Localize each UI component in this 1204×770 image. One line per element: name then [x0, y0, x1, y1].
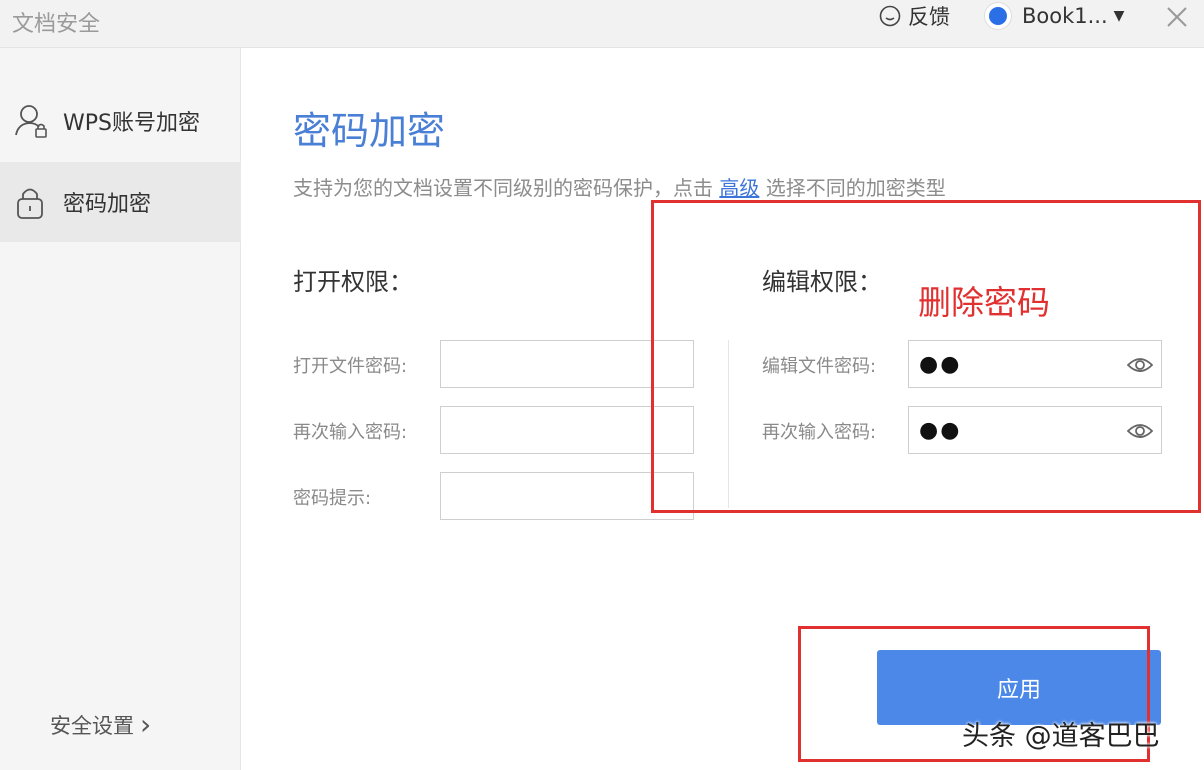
account-name: Book1...: [1022, 4, 1108, 28]
sidebar-item-label: 密码加密: [63, 192, 152, 217]
open-password-confirm-field[interactable]: [440, 406, 694, 454]
open-permission-title: 打开权限：: [293, 268, 413, 296]
close-icon[interactable]: [1164, 4, 1190, 30]
title-bar: 文档安全 反馈 Book1... ▼: [0, 0, 1204, 48]
chevron-right-icon: ›: [140, 708, 152, 741]
feedback-label: 反馈: [908, 5, 950, 29]
open-password-input[interactable]: [441, 341, 661, 387]
sidebar-item-password-encrypt[interactable]: 密码加密: [0, 162, 241, 242]
edit-password-confirm-label: 再次输入密码:: [762, 422, 877, 443]
eye-icon[interactable]: [1127, 419, 1153, 443]
account-menu[interactable]: Book1... ▼: [984, 2, 1124, 30]
chat-bubble-icon: [879, 5, 901, 27]
lock-icon: [17, 188, 43, 219]
security-settings-link[interactable]: 安全设置 ›: [50, 710, 151, 740]
description-text-after: 选择不同的加密类型: [759, 176, 946, 200]
sidebar: WPS账号加密 密码加密 安全设置 ›: [0, 48, 241, 770]
feedback-button[interactable]: 反馈: [878, 2, 950, 30]
eye-icon[interactable]: [1127, 353, 1153, 377]
sidebar-item-wps-account-encrypt[interactable]: WPS账号加密: [0, 81, 241, 161]
caret-down-icon: ▼: [1113, 8, 1125, 24]
sidebar-item-label: WPS账号加密: [63, 111, 200, 136]
open-password-confirm-input[interactable]: [441, 407, 661, 453]
window-title: 文档安全: [12, 12, 101, 37]
description-text: 支持为您的文档设置不同级别的密码保护，点击: [293, 176, 720, 200]
edit-password-confirm-field[interactable]: [908, 406, 1162, 454]
edit-permission-title: 编辑权限：: [762, 268, 882, 296]
annotation-delete-password: 删除密码: [918, 283, 1050, 322]
edit-password-input[interactable]: [909, 341, 1129, 387]
edit-password-field[interactable]: [908, 340, 1162, 388]
watermark: 头条 @道客巴巴: [962, 721, 1160, 752]
open-password-field[interactable]: [440, 340, 694, 388]
open-password-confirm-label: 再次输入密码:: [293, 422, 408, 443]
page-description: 支持为您的文档设置不同级别的密码保护，点击 高级 选择不同的加密类型: [293, 172, 946, 201]
edit-password-confirm-input[interactable]: [909, 407, 1129, 453]
password-hint-field[interactable]: [440, 472, 694, 520]
password-hint-input[interactable]: [441, 473, 661, 519]
avatar: [984, 2, 1012, 30]
password-hint-label: 密码提示:: [293, 488, 372, 509]
open-password-label: 打开文件密码:: [293, 356, 408, 377]
edit-password-label: 编辑文件密码:: [762, 356, 877, 377]
advanced-link[interactable]: 高级: [719, 176, 759, 200]
section-divider: [728, 340, 729, 508]
user-lock-icon: [15, 105, 47, 138]
security-settings-label: 安全设置: [50, 714, 134, 738]
page-title: 密码加密: [293, 109, 446, 153]
